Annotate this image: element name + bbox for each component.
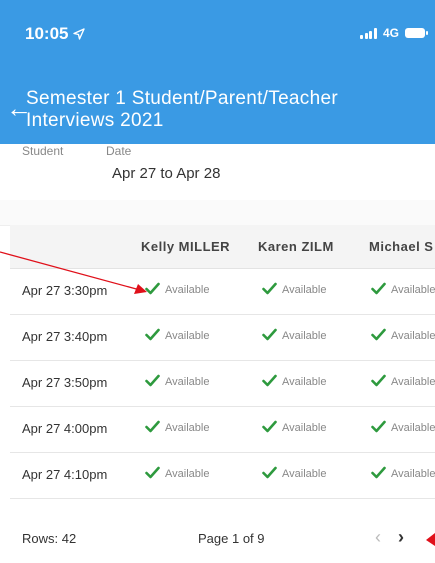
- location-arrow-icon: [73, 28, 86, 40]
- column-header-teacher-3[interactable]: Michael S: [369, 239, 433, 254]
- availability-cell[interactable]: Available: [262, 374, 326, 390]
- checkmark-icon: [371, 420, 386, 436]
- availability-label: Available: [165, 376, 210, 388]
- date-value: Apr 27 to Apr 28: [112, 165, 221, 182]
- time-slot: Apr 27 3:40pm: [22, 329, 108, 344]
- availability-cell[interactable]: Available: [371, 282, 435, 298]
- availability-label: Available: [165, 330, 210, 342]
- time-slot: Apr 27 3:30pm: [22, 283, 108, 298]
- status-time: 10:05: [25, 24, 86, 44]
- availability-cell[interactable]: Available: [145, 282, 209, 298]
- availability-label: Available: [282, 284, 327, 296]
- section-divider: [0, 200, 435, 226]
- table-footer: Rows: 42 Page 1 of 9 ‹ ›: [10, 503, 435, 563]
- checkmark-icon: [262, 374, 277, 390]
- availability-label: Available: [282, 422, 327, 434]
- availability-label: Available: [391, 330, 435, 342]
- checkmark-icon: [145, 374, 160, 390]
- availability-cell[interactable]: Available: [371, 374, 435, 390]
- checkmark-icon: [371, 466, 386, 482]
- checkmark-icon: [371, 374, 386, 390]
- availability-cell[interactable]: Available: [145, 466, 209, 482]
- availability-label: Available: [391, 376, 435, 388]
- table-row: Apr 27 3:50pm Available Available Available: [10, 360, 435, 407]
- checkmark-icon: [145, 466, 160, 482]
- availability-label: Available: [165, 422, 210, 434]
- chevron-left-icon[interactable]: ‹: [375, 527, 381, 548]
- availability-label: Available: [282, 468, 327, 480]
- availability-cell[interactable]: Available: [371, 328, 435, 344]
- checkmark-icon: [262, 328, 277, 344]
- availability-label: Available: [282, 330, 327, 342]
- table-header: Kelly MILLER Karen ZILM Michael S: [10, 225, 435, 269]
- checkmark-icon: [262, 420, 277, 436]
- availability-cell[interactable]: Available: [262, 328, 326, 344]
- signal-bars-icon: [360, 27, 377, 39]
- app-header: 10:05 4G ← Semester 1 Student/Parent/Tea…: [0, 0, 435, 144]
- rows-count: Rows: 42: [22, 531, 77, 546]
- availability-label: Available: [282, 376, 327, 388]
- availability-cell[interactable]: Available: [145, 328, 209, 344]
- checkmark-icon: [371, 282, 386, 298]
- status-indicators: 4G: [360, 26, 428, 40]
- column-header-teacher-1[interactable]: Kelly MILLER: [141, 239, 230, 254]
- checkmark-icon: [262, 466, 277, 482]
- time-slot: Apr 27 3:50pm: [22, 375, 108, 390]
- chevron-right-icon[interactable]: ›: [398, 527, 404, 548]
- checkmark-icon: [145, 328, 160, 344]
- availability-label: Available: [391, 468, 435, 480]
- student-label: Student: [22, 144, 64, 158]
- availability-label: Available: [391, 422, 435, 434]
- availability-label: Available: [165, 284, 210, 296]
- status-time-text: 10:05: [25, 24, 69, 43]
- availability-cell[interactable]: Available: [371, 420, 435, 436]
- checkmark-icon: [262, 282, 277, 298]
- checkmark-icon: [371, 328, 386, 344]
- time-slot: Apr 27 4:00pm: [22, 421, 108, 436]
- availability-cell[interactable]: Available: [262, 466, 326, 482]
- table-row: Apr 27 4:00pm Available Available Available: [10, 406, 435, 453]
- table-row: Apr 27 4:10pm Available Available Available: [10, 452, 435, 499]
- page-title: Semester 1 Student/Parent/Teacher Interv…: [26, 88, 338, 131]
- table-row: Apr 27 3:40pm Available Available Available: [10, 314, 435, 361]
- availability-cell[interactable]: Available: [371, 466, 435, 482]
- availability-label: Available: [391, 284, 435, 296]
- availability-cell[interactable]: Available: [262, 282, 326, 298]
- info-section: Student Date Apr 27 to Apr 28: [0, 144, 435, 200]
- availability-cell[interactable]: Available: [262, 420, 326, 436]
- checkmark-icon: [145, 282, 160, 298]
- availability-cell[interactable]: Available: [145, 420, 209, 436]
- battery-icon: [405, 28, 428, 38]
- network-label: 4G: [382, 26, 399, 40]
- checkmark-icon: [145, 420, 160, 436]
- availability-table: Kelly MILLER Karen ZILM Michael S Apr 27…: [10, 225, 435, 563]
- date-label: Date: [106, 144, 132, 158]
- availability-label: Available: [165, 468, 210, 480]
- table-row: Apr 27 3:30pm Available Available Available: [10, 268, 435, 315]
- availability-cell[interactable]: Available: [145, 374, 209, 390]
- column-header-teacher-2[interactable]: Karen ZILM: [258, 239, 334, 254]
- page-indicator: Page 1 of 9: [198, 531, 265, 546]
- time-slot: Apr 27 4:10pm: [22, 467, 108, 482]
